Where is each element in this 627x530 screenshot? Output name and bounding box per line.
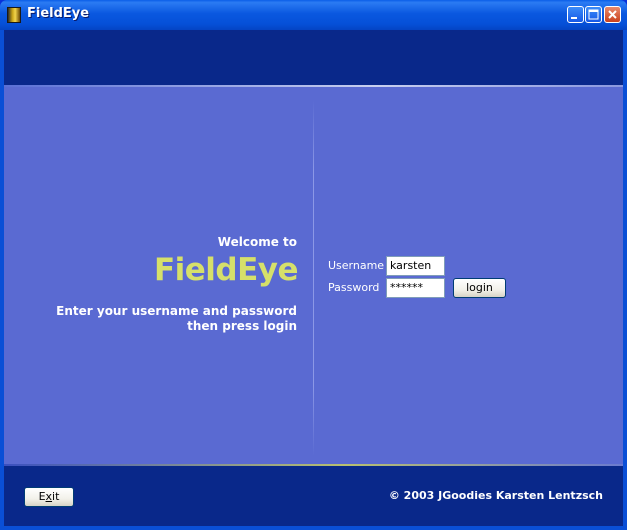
window-border-right xyxy=(623,30,627,530)
title-bar[interactable]: FieldEye xyxy=(0,0,627,30)
instructions-line-2: then press login xyxy=(187,319,297,333)
copyright-text: © 2003 JGoodies Karsten Lentzsch xyxy=(388,489,603,502)
client-area: Welcome to FieldEye Enter your username … xyxy=(4,30,623,526)
minimize-icon xyxy=(571,17,577,19)
vertical-divider xyxy=(313,100,314,456)
application-window: FieldEye Welcome to FieldEye Enter your … xyxy=(0,0,627,530)
username-field[interactable]: karsten xyxy=(386,256,445,276)
username-label: Username xyxy=(328,259,385,272)
password-label: Password xyxy=(328,281,380,294)
app-icon[interactable] xyxy=(7,7,21,23)
login-button[interactable]: login xyxy=(453,278,506,298)
window-border-bottom xyxy=(0,526,627,530)
password-field[interactable]: ****** xyxy=(386,278,445,298)
minimize-button[interactable] xyxy=(567,6,584,23)
exit-button[interactable]: Exit xyxy=(24,487,74,507)
welcome-text: Welcome to xyxy=(217,235,297,249)
exit-label-start: E xyxy=(38,490,46,503)
login-instructions: Enter your username and password then pr… xyxy=(0,304,297,334)
close-icon xyxy=(608,10,617,19)
window-title: FieldEye xyxy=(27,6,90,21)
maximize-button[interactable] xyxy=(585,6,602,23)
maximize-icon xyxy=(588,9,599,20)
exit-label-end: it xyxy=(52,490,60,503)
instructions-line-1: Enter your username and password xyxy=(56,304,297,318)
brand-title: FieldEye xyxy=(153,252,299,288)
header-separator xyxy=(4,85,623,87)
header-band xyxy=(4,30,623,86)
close-button[interactable] xyxy=(604,6,621,23)
